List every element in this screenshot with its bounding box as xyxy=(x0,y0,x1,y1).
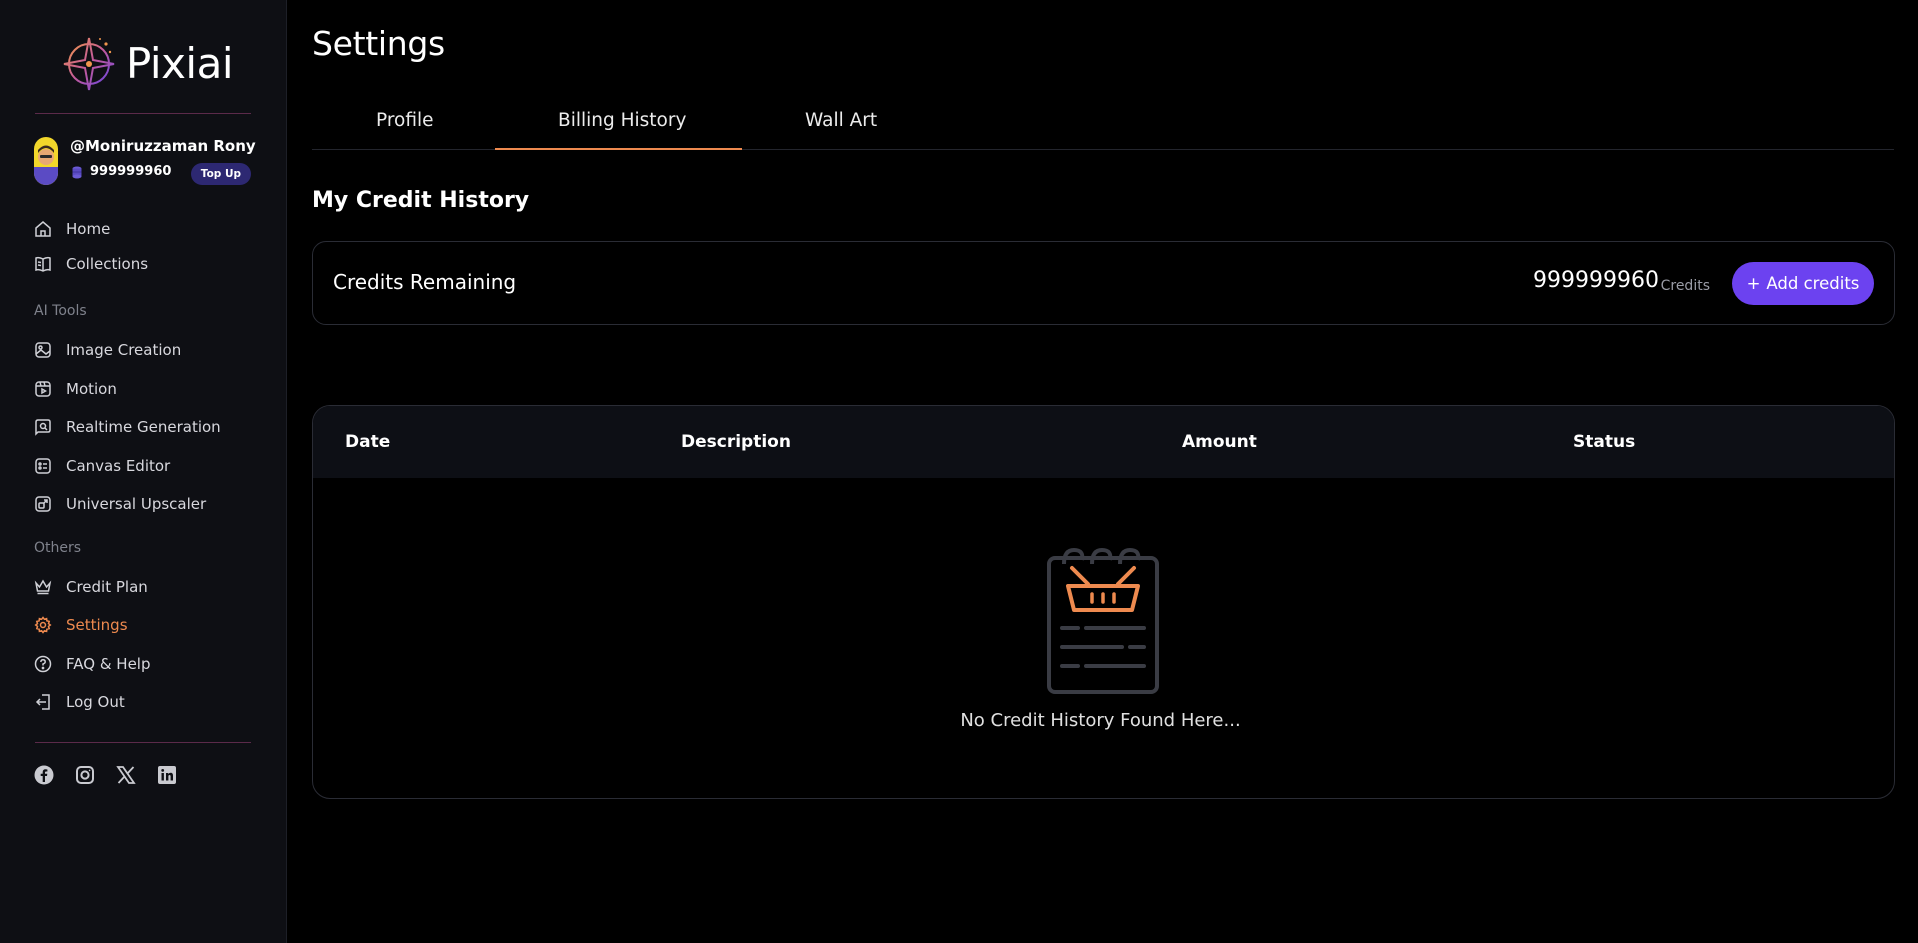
sidebar-item-label: Motion xyxy=(66,380,117,398)
sidebar-item-canvas-editor[interactable]: Canvas Editor xyxy=(34,453,170,479)
sidebar-item-label: Log Out xyxy=(66,693,125,711)
sidebar-item-log-out[interactable]: Log Out xyxy=(34,689,125,715)
sidebar-item-label: Settings xyxy=(66,616,128,634)
credits-remaining-label: Credits Remaining xyxy=(333,270,517,294)
sidebar-item-label: Realtime Generation xyxy=(66,418,221,436)
user-credit-balance: 999999960 xyxy=(90,164,172,179)
page-title: Settings xyxy=(312,24,445,63)
sidebar-item-label: Collections xyxy=(66,255,149,273)
brand-logo[interactable]: Pixiai xyxy=(62,32,234,94)
section-title: My Credit History xyxy=(312,188,530,213)
video-icon xyxy=(35,381,51,397)
avatar[interactable] xyxy=(34,137,58,185)
sidebar-divider xyxy=(35,742,251,743)
nav-section-others: Others xyxy=(34,540,82,556)
brand-name: Pixiai xyxy=(126,38,234,88)
tab-billing-history[interactable]: Billing History xyxy=(558,110,686,131)
gear-icon xyxy=(34,616,52,634)
active-tab-indicator xyxy=(495,148,742,150)
credits-remaining-value: 999999960 xyxy=(1533,268,1659,293)
sidebar-item-label: FAQ & Help xyxy=(66,655,151,673)
upscale-icon xyxy=(35,496,51,512)
credit-history-table: Date Description Amount Status No Credit… xyxy=(312,405,1895,799)
settings-tabs: Profile Billing History Wall Art xyxy=(312,98,1894,150)
credits-unit-label: Credits xyxy=(1660,278,1710,294)
sidebar: Pixiai @Moniruzzaman Rony 999999960 Top … xyxy=(0,0,287,943)
sidebar-item-settings[interactable]: Settings xyxy=(34,612,128,638)
column-header-amount: Amount xyxy=(1182,432,1257,452)
tab-profile[interactable]: Profile xyxy=(376,110,434,131)
x-icon[interactable] xyxy=(116,765,136,785)
sidebar-item-collections[interactable]: Collections xyxy=(34,251,148,277)
crown-icon xyxy=(34,579,52,595)
sidebar-item-label: Canvas Editor xyxy=(66,457,171,475)
sidebar-item-label: Home xyxy=(66,220,111,238)
realtime-icon xyxy=(35,419,51,436)
sidebar-item-faq-help[interactable]: FAQ & Help xyxy=(34,651,151,677)
sidebar-divider xyxy=(35,113,251,114)
column-header-date: Date xyxy=(345,432,391,452)
add-credits-label: Add credits xyxy=(1766,274,1860,293)
empty-basket-notepad-icon xyxy=(1047,547,1159,694)
sidebar-item-label: Universal Upscaler xyxy=(66,495,207,513)
sidebar-item-home[interactable]: Home xyxy=(34,216,110,242)
sidebar-item-label: Image Creation xyxy=(66,341,182,359)
canvas-icon xyxy=(35,458,51,474)
empty-state-message: No Credit History Found Here... xyxy=(960,710,1241,731)
linkedin-icon[interactable] xyxy=(157,765,177,785)
home-icon xyxy=(35,221,51,237)
image-icon xyxy=(35,342,51,358)
sidebar-item-universal-upscaler[interactable]: Universal Upscaler xyxy=(34,491,206,517)
column-header-status: Status xyxy=(1573,432,1636,452)
top-up-button[interactable]: Top Up xyxy=(190,163,251,185)
sidebar-item-motion[interactable]: Motion xyxy=(34,376,117,402)
sidebar-item-image-creation[interactable]: Image Creation xyxy=(34,337,181,363)
app-root: Pixiai @Moniruzzaman Rony 999999960 Top … xyxy=(0,0,1918,943)
tab-wall-art[interactable]: Wall Art xyxy=(805,110,877,131)
coins-icon xyxy=(72,166,82,179)
help-icon xyxy=(34,655,52,673)
sidebar-item-realtime-generation[interactable]: Realtime Generation xyxy=(34,414,221,440)
credits-card: Credits Remaining 999999960 Credits + Ad… xyxy=(312,241,1895,325)
add-credits-button[interactable]: + Add credits xyxy=(1732,262,1874,305)
nav-section-ai-tools: AI Tools xyxy=(34,303,87,319)
sidebar-item-label: Credit Plan xyxy=(66,578,148,596)
user-panel: @Moniruzzaman Rony 999999960 Top Up xyxy=(34,137,256,187)
book-icon xyxy=(35,256,51,272)
user-handle: @Moniruzzaman Rony xyxy=(70,137,256,155)
logout-icon xyxy=(35,694,50,710)
social-links xyxy=(34,765,177,785)
facebook-icon[interactable] xyxy=(34,765,54,785)
plus-icon: + xyxy=(1746,274,1761,293)
main-content: Settings Profile Billing History Wall Ar… xyxy=(288,0,1918,943)
instagram-icon[interactable] xyxy=(75,765,95,785)
table-header: Date Description Amount Status xyxy=(313,406,1894,478)
pixiai-logo-icon xyxy=(63,37,115,91)
column-header-description: Description xyxy=(681,432,791,452)
sidebar-item-credit-plan[interactable]: Credit Plan xyxy=(34,574,148,600)
